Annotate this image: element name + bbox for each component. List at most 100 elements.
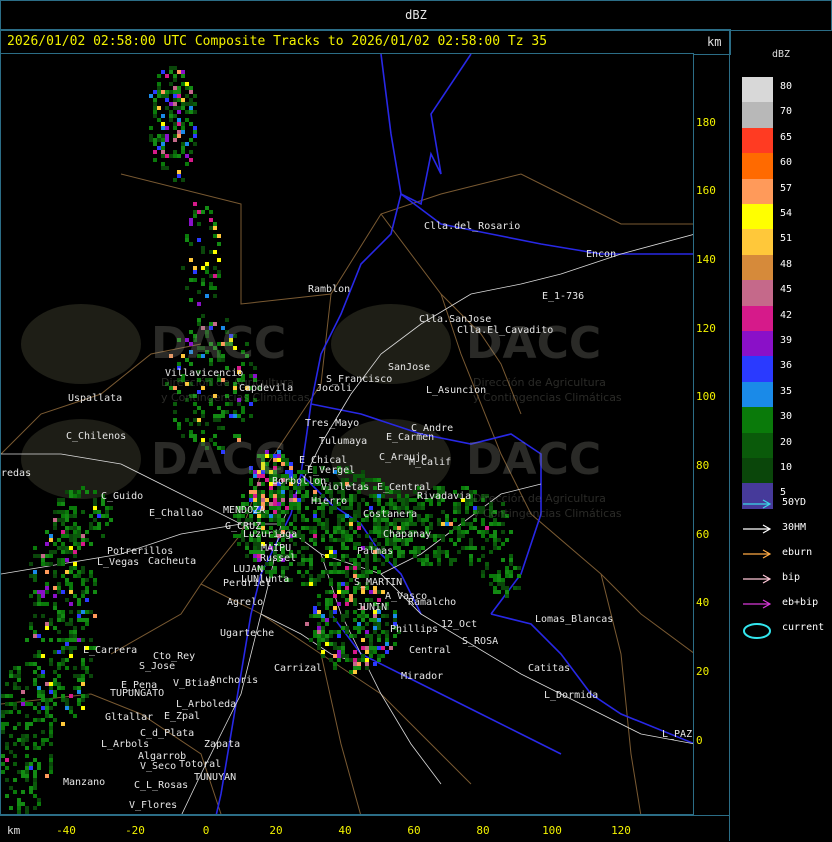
legend-swatch [742,432,773,459]
echo-pixel [269,502,273,506]
echo-pixel [457,526,461,530]
echo-pixel [417,558,421,562]
echo-pixel [193,410,197,414]
echo-pixel [341,582,345,586]
echo-pixel [153,90,157,94]
echo-pixel [493,546,497,550]
echo-pixel [65,702,69,706]
echo-pixel [29,594,33,598]
echo-pixel [505,590,509,594]
echo-pixel [317,578,321,582]
echo-pixel [69,546,73,550]
radar-map[interactable]: DACC DACC DACC DACC Dirección de Agricul… [0,53,694,815]
echo-pixel [377,646,381,650]
echo-pixel [49,686,53,690]
echo-pixel [53,570,57,574]
echo-pixel [105,510,109,514]
echo-pixel [453,542,457,546]
echo-pixel [293,494,297,498]
echo-pixel [29,786,33,790]
echo-pixel [325,518,329,522]
echo-pixel [213,266,217,270]
echo-pixel [361,626,365,630]
echo-pixel [325,634,329,638]
echo-pixel [33,742,37,746]
place-label: Russel [260,553,297,564]
x-tick-label: 120 [611,824,631,837]
echo-pixel [41,738,45,742]
echo-pixel [25,722,29,726]
echo-pixel [65,558,69,562]
echo-pixel [53,718,57,722]
echo-pixel [61,646,65,650]
echo-pixel [169,118,173,122]
echo-pixel [5,742,9,746]
echo-pixel [29,662,33,666]
echo-pixel [301,470,305,474]
echo-pixel [33,634,37,638]
echo-pixel [25,714,29,718]
place-label: Carrizal [274,663,323,674]
echo-pixel [217,414,221,418]
legend-panel: dBZ 80 70 65 60 57 54 51 48 45 42 39 36 35 30 20 10 5 50… [729,29,832,841]
echo-pixel [29,762,33,766]
place-label: C_Chilenos [66,431,127,442]
echo-pixel [253,554,257,558]
echo-pixel [441,550,445,554]
echo-pixel [213,294,217,298]
top-bar: dBZ [0,0,832,31]
watermark-org-line2-c: y Contingencias Climáticas [473,507,622,520]
echo-pixel [377,626,381,630]
echo-pixel [253,486,257,490]
echo-pixel [33,574,37,578]
echo-pixel [49,690,53,694]
echo-pixel [401,542,405,546]
legend-level-label: 57 [780,182,793,194]
echo-pixel [397,554,401,558]
echo-pixel [205,262,209,266]
echo-pixel [321,574,325,578]
echo-pixel [373,630,377,634]
echo-pixel [13,706,17,710]
place-label: TUPUNGATO [110,688,165,699]
echo-pixel [461,486,465,490]
echo-pixel [309,554,313,558]
echo-pixel [357,502,361,506]
echo-pixel [469,558,473,562]
echo-pixel [29,626,33,630]
echo-pixel [153,106,157,110]
echo-pixel [185,142,189,146]
echo-pixel [373,494,377,498]
echo-pixel [313,490,317,494]
echo-pixel [9,710,13,714]
echo-pixel [21,738,25,742]
place-label: C_Guido [101,491,144,502]
echo-pixel [393,642,397,646]
legend-track-label: 50YD [782,497,807,508]
echo-pixel [289,506,293,510]
echo-pixel [349,494,353,498]
place-label: E_Vergel [307,465,356,476]
echo-pixel [345,658,349,662]
place-label: S_ROSA [462,636,499,647]
echo-pixel [481,522,485,526]
echo-pixel [69,638,73,642]
x-tick-label: 80 [476,824,490,837]
echo-pixel [45,562,49,566]
echo-pixel [29,574,33,578]
echo-pixel [321,626,325,630]
place-label: Borbollon [272,476,327,487]
place-label: V_Flores [129,800,178,811]
echo-pixel [333,526,337,530]
echo-pixel [305,518,309,522]
echo-pixel [5,694,9,698]
echo-pixel [453,558,457,562]
echo-pixel [329,590,333,594]
echo-pixel [469,542,473,546]
echo-pixel [325,602,329,606]
echo-pixel [293,506,297,510]
place-label: L_Asuncion [426,385,487,396]
echo-pixel [49,662,53,666]
echo-pixel [93,582,97,586]
echo-pixel [185,234,189,238]
